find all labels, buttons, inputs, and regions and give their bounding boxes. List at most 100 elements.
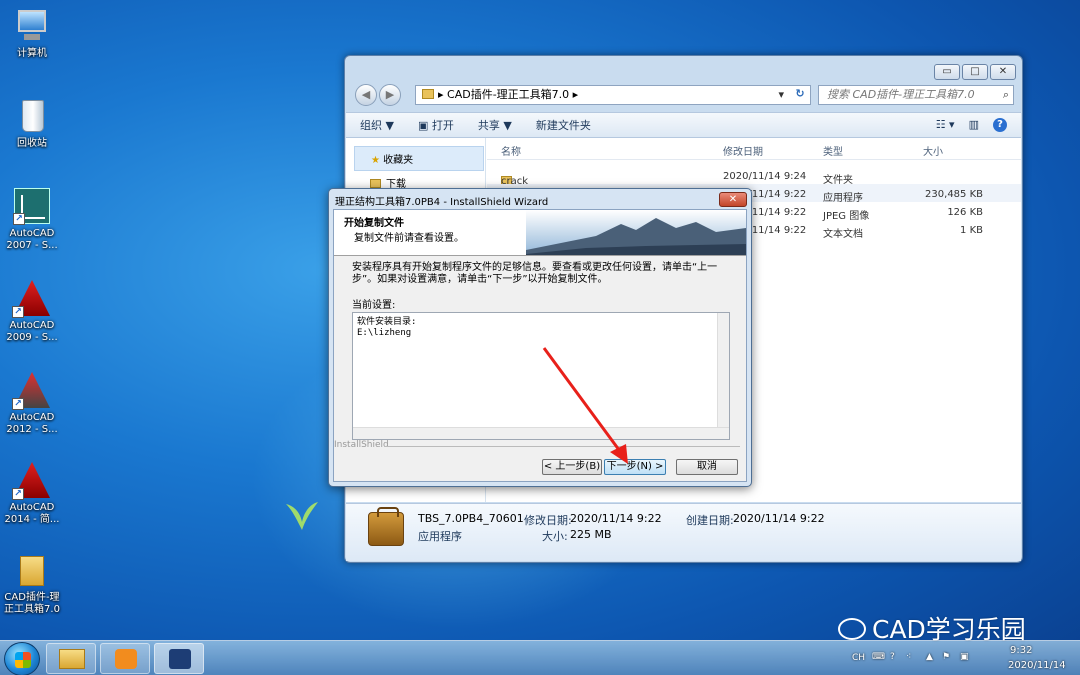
settings-tray-icon[interactable]: ⁖	[906, 652, 911, 662]
cancel-button[interactable]: 取消	[676, 459, 738, 475]
installshield-dialog: 理正结构工具箱7.0PB4 - InstallShield Wizard ✕ 开…	[328, 188, 752, 487]
maximize-button[interactable]: □	[962, 64, 988, 80]
desktop-icon-recycle-bin[interactable]: 回收站	[0, 98, 64, 150]
clock-date[interactable]: 2020/11/14	[1008, 660, 1066, 671]
column-header-size[interactable]: 大小	[923, 143, 943, 158]
settings-textbox[interactable]: 软件安装目录: E:\lizheng	[352, 312, 730, 440]
details-size-label: 大小:	[542, 530, 568, 543]
column-header-type[interactable]: 类型	[823, 143, 843, 158]
nav-item-favorites[interactable]: ★ 收藏夹	[354, 146, 484, 171]
desktop-icon-label: AutoCAD 2009 - S...	[6, 320, 58, 343]
vertical-scrollbar[interactable]	[717, 313, 729, 427]
file-size: 126 KB	[947, 207, 983, 218]
show-hidden-icons[interactable]: ▲	[926, 652, 933, 662]
details-created-label: 创建日期:	[686, 514, 734, 527]
settings-line: 软件安装目录:	[357, 317, 417, 327]
autocad-2007-icon: ↗	[13, 188, 50, 225]
desktop-icon-autocad-2012[interactable]: ↗ AutoCAD 2012 - S...	[0, 372, 64, 436]
input-language[interactable]: CH	[852, 653, 865, 663]
shortcut-arrow-icon: ↗	[12, 488, 24, 500]
dialog-close-button[interactable]: ✕	[719, 192, 747, 207]
open-label: 打开	[431, 119, 454, 132]
desktop-icon-autocad-2009[interactable]: ↗ AutoCAD 2009 - S...	[0, 280, 64, 344]
autocad-2012-icon: ↗	[12, 372, 50, 410]
divider	[384, 446, 740, 447]
next-button[interactable]: 下一步(N) >	[604, 459, 666, 475]
desktop-icon-label: 回收站	[17, 138, 47, 149]
action-center-icon[interactable]: ⚑	[942, 652, 950, 662]
refresh-icon[interactable]: ↻	[789, 85, 811, 103]
dialog-body: 开始复制文件 复制文件前请查看设置。 安装程序具有开始复制程序文件的足够信息。要…	[333, 209, 747, 482]
column-header-date[interactable]: 修改日期	[723, 143, 763, 158]
details-modified: 2020/11/14 9:22	[570, 512, 662, 525]
close-button[interactable]: ✕	[990, 64, 1016, 80]
back-button[interactable]: < 上一步(B)	[542, 459, 602, 475]
desktop-icon-label: 计算机	[17, 48, 47, 59]
help-tray-icon[interactable]: ?	[890, 652, 895, 662]
star-icon: ★	[371, 155, 380, 166]
search-icon[interactable]: ⌕	[1003, 86, 1009, 104]
command-bar: 组织 ▼ ▣ 打开 共享 ▼ 新建文件夹 ☷ ▾ ▥ ?	[346, 112, 1021, 138]
file-size: 1 KB	[960, 225, 983, 236]
keyboard-icon[interactable]: ⌨	[872, 652, 885, 662]
desktop-icon-label: AutoCAD 2014 - 简...	[4, 502, 60, 525]
installshield-brand: InstallShield	[334, 440, 389, 450]
file-type: 文本文档	[823, 229, 863, 240]
details-pane: TBS_7.0PB4_70601 修改日期: 2020/11/14 9:22 创…	[346, 503, 1021, 561]
search-input[interactable]: 搜索 CAD插件-理正工具箱7.0 ⌕	[818, 85, 1014, 105]
back-button[interactable]: ◀	[355, 84, 377, 106]
file-row[interactable]: crack 2020/11/14 9:24 文件夹	[487, 166, 1021, 187]
details-created: 2020/11/14 9:22	[733, 512, 825, 525]
recycle-bin-icon	[14, 98, 50, 134]
clock-time[interactable]: 9:32	[1010, 645, 1032, 656]
settings-line: E:\lizheng	[357, 328, 412, 338]
column-header-name[interactable]: 名称	[501, 143, 521, 158]
media-player-icon	[115, 649, 137, 669]
dialog-subheading: 复制文件前请查看设置。	[354, 233, 464, 244]
shortcut-arrow-icon: ↗	[13, 213, 25, 225]
wechat-icon	[838, 618, 866, 640]
desktop-icon-computer[interactable]: 计算机	[0, 8, 64, 60]
window-caption-buttons: ▭ □ ✕	[934, 64, 1016, 80]
autocad-2014-icon: ↗	[12, 462, 50, 500]
shortcut-arrow-icon: ↗	[12, 306, 24, 318]
minimize-button[interactable]: ▭	[934, 64, 960, 80]
address-bar[interactable]: ▸ CAD插件-理正工具箱7.0 ▸ ▾	[415, 85, 811, 105]
breadcrumb-separator: ▸	[569, 88, 579, 101]
address-dropdown-icon[interactable]: ▾	[778, 86, 784, 104]
explorer-icon	[59, 649, 85, 669]
file-date: 2020/11/14 9:24	[723, 171, 807, 182]
start-button[interactable]	[4, 642, 40, 675]
installer-icon	[169, 649, 191, 669]
search-placeholder: 搜索 CAD插件-理正工具箱7.0	[827, 88, 975, 101]
desktop-icon-autocad-2007[interactable]: ↗ AutoCAD 2007 - S...	[0, 188, 64, 252]
taskbar-installer[interactable]	[154, 643, 204, 674]
forward-button[interactable]: ▶	[379, 84, 401, 106]
taskbar-media-player[interactable]	[100, 643, 150, 674]
desktop-icon-cad-plugin-folder[interactable]: CAD插件-理 正工具箱7.0	[0, 552, 64, 616]
share-menu[interactable]: 共享 ▼	[478, 117, 512, 133]
dialog-heading: 开始复制文件	[344, 218, 404, 229]
windows-logo-icon	[15, 652, 31, 668]
folder-icon	[14, 552, 50, 588]
view-options-icon[interactable]: ☷ ▾	[936, 118, 955, 132]
shortcut-arrow-icon: ↗	[12, 398, 24, 410]
toolbox-app-icon	[368, 507, 404, 546]
breadcrumb-current-folder[interactable]: CAD插件-理正工具箱7.0	[447, 88, 569, 101]
computer-icon	[14, 8, 50, 44]
open-button[interactable]: ▣ 打开	[418, 117, 454, 133]
taskbar-explorer[interactable]	[46, 643, 96, 674]
help-icon[interactable]: ?	[993, 118, 1007, 132]
organize-menu[interactable]: 组织 ▼	[360, 117, 394, 133]
preview-pane-icon[interactable]: ▥	[969, 118, 979, 132]
desktop-icon-label: CAD插件-理 正工具箱7.0	[4, 592, 60, 615]
desktop-icon-autocad-2014[interactable]: ↗ AutoCAD 2014 - 简...	[0, 462, 64, 526]
network-icon[interactable]: ▣	[960, 652, 969, 662]
file-size: 230,485 KB	[925, 189, 983, 200]
desktop-icon-label: AutoCAD 2012 - S...	[6, 412, 58, 435]
wallpaper-leaf-graphic	[286, 502, 318, 530]
horizontal-scrollbar[interactable]	[353, 427, 729, 439]
watermark: CAD学习乐园	[838, 610, 1026, 646]
new-folder-button[interactable]: 新建文件夹	[536, 117, 591, 133]
details-type: 应用程序	[418, 530, 462, 543]
